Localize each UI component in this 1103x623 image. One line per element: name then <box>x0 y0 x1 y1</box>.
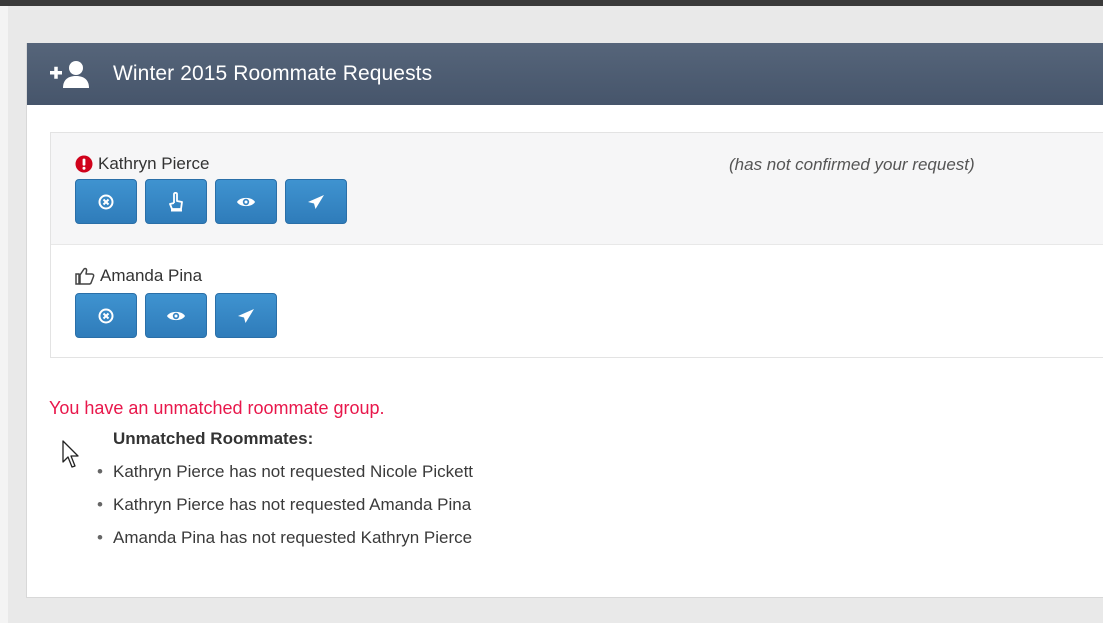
unmatched-roommates-list: • Kathryn Pierce has not requested Nicole… <box>97 461 473 560</box>
request-status-note: (has not confirmed your request) <box>729 155 975 174</box>
send-icon <box>238 308 254 323</box>
request-name-line: Amanda Pina <box>75 265 1103 287</box>
eye-icon <box>237 197 255 206</box>
left-gutter <box>0 6 8 623</box>
add-user-icon <box>50 61 89 88</box>
list-item: • Kathryn Pierce has not requested Nicole… <box>97 462 474 481</box>
exclamation-circle-icon <box>75 155 93 173</box>
panel-header: Winter 2015 Roommate Requests <box>27 43 1103 105</box>
mouse-cursor-icon <box>62 440 79 468</box>
unmatched-warning: You have an unmatched roommate group. <box>49 398 385 418</box>
remove-request-button[interactable] <box>75 179 137 224</box>
remove-icon <box>98 194 114 209</box>
request-name: Amanda Pina <box>100 266 203 285</box>
unmatched-roommates-title: Unmatched Roommates: <box>113 429 314 448</box>
confirm-request-button[interactable] <box>145 179 207 224</box>
request-row: Amanda Pina <box>51 245 1103 357</box>
send-message-button[interactable] <box>215 293 277 338</box>
list-item: • Amanda Pina has not requested Kathryn P… <box>97 528 473 547</box>
request-actions <box>75 293 1103 338</box>
remove-request-button[interactable] <box>75 293 137 338</box>
remove-icon <box>98 308 114 323</box>
send-icon <box>308 194 324 209</box>
roommate-requests-panel: Winter 2015 Roommate Requests Kathryn Pi… <box>26 43 1103 598</box>
request-list: Kathryn Pierce (has not confirmed your r… <box>50 132 1103 358</box>
request-actions <box>75 179 1103 224</box>
request-name: Kathryn Pierce <box>98 154 210 173</box>
view-profile-button[interactable] <box>215 179 277 224</box>
hand-point-icon <box>169 191 183 211</box>
thumbs-up-icon <box>75 267 95 285</box>
send-message-button[interactable] <box>285 179 347 224</box>
window-top-edge <box>0 0 1103 6</box>
list-item: • Kathryn Pierce has not requested Amanda… <box>97 495 472 514</box>
view-profile-button[interactable] <box>145 293 207 338</box>
panel-title: Winter 2015 Roommate Requests <box>113 62 433 85</box>
request-row: Kathryn Pierce (has not confirmed your r… <box>51 133 1103 245</box>
eye-icon <box>167 311 185 320</box>
